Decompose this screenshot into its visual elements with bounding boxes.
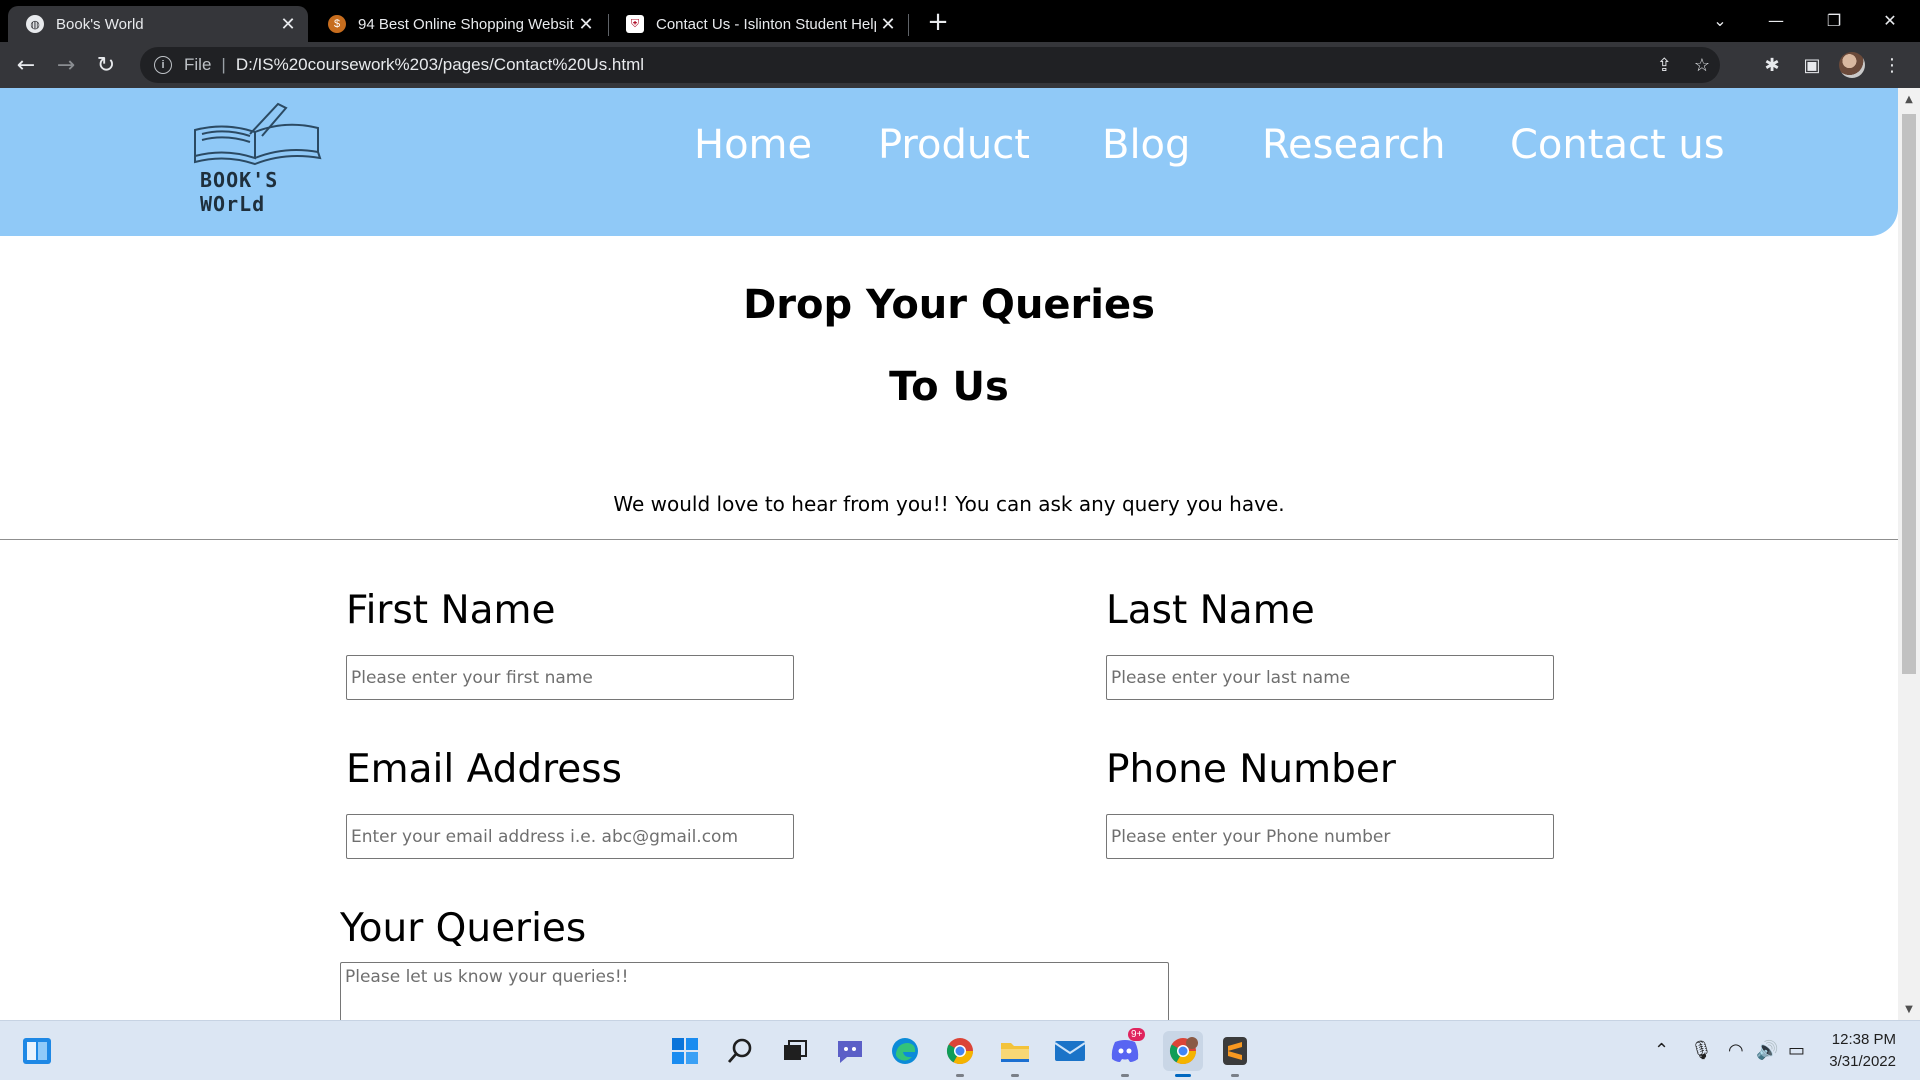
taskbar: 9+ ⌃ 🎙 ◠ 🔊 ▭ 12:38 PM 3/31/2022 [0, 1020, 1920, 1080]
avatar [1839, 52, 1865, 78]
address-bar[interactable]: i File | D:/IS%20coursework%203/pages/Co… [140, 47, 1720, 83]
running-indicator [1231, 1074, 1239, 1077]
notification-badge: 9+ [1128, 1028, 1146, 1041]
site-header: BOOK'S WOrLd Home Product Blog Research … [0, 88, 1898, 236]
email-label: Email Address [346, 747, 622, 792]
task-view-icon[interactable] [778, 1034, 812, 1068]
scrollbar-thumb[interactable] [1902, 114, 1916, 674]
close-icon[interactable]: ✕ [574, 14, 598, 35]
open-book-icon [194, 102, 322, 166]
phone-field[interactable] [1106, 814, 1554, 859]
search-icon[interactable] [723, 1034, 757, 1068]
nav-research[interactable]: Research [1262, 122, 1445, 168]
address-url[interactable]: D:/IS%20coursework%203/pages/Contact%20U… [236, 55, 644, 75]
page-title-line2: To Us [889, 364, 1009, 410]
side-panel-icon[interactable]: ▣ [1796, 49, 1828, 81]
queries-textarea[interactable] [340, 962, 1169, 1020]
mail-icon[interactable] [1053, 1034, 1087, 1068]
browser-toolbar: ← → ↻ i File | D:/IS%20coursework%203/pa… [0, 42, 1920, 88]
info-icon[interactable]: i [154, 56, 172, 74]
page-scrollbar[interactable]: ▲ ▼ [1898, 88, 1920, 1020]
tab-books-world[interactable]: ◍ Book's World ✕ [8, 6, 308, 42]
running-indicator [1121, 1074, 1129, 1077]
last-name-label: Last Name [1106, 588, 1315, 633]
nav-home[interactable]: Home [694, 122, 812, 168]
edge-browser-icon[interactable] [888, 1034, 922, 1068]
tab-islinton-contact[interactable]: ⛨ Contact Us - Islinton Student Help ✕ [608, 6, 908, 42]
chrome-profile-icon[interactable] [1163, 1031, 1203, 1077]
teams-chat-icon[interactable] [833, 1034, 867, 1068]
reload-icon[interactable]: ↻ [90, 49, 122, 81]
minimize-button[interactable]: — [1748, 0, 1804, 40]
tab-online-shopping[interactable]: $ 94 Best Online Shopping Websites ✕ [310, 6, 606, 42]
site-logo[interactable]: BOOK'S WOrLd [190, 100, 330, 216]
browser-tab-bar: ◍ Book's World ✕ $ 94 Best Online Shoppi… [0, 0, 1920, 42]
intro-text: We would love to hear from you!! You can… [613, 492, 1285, 516]
tab-separator [908, 14, 909, 36]
system-clock[interactable]: 12:38 PM 3/31/2022 [1829, 1029, 1896, 1073]
microphone-icon[interactable]: 🎙 [1690, 1040, 1713, 1061]
page-title: Drop Your Queries To Us [0, 264, 1898, 428]
nav-contact-us[interactable]: Contact us [1510, 122, 1725, 168]
forward-arrow-icon[interactable]: → [50, 49, 82, 81]
scroll-up-arrow-icon[interactable]: ▲ [1898, 88, 1920, 110]
close-icon[interactable]: ✕ [876, 14, 900, 35]
bookmark-star-icon[interactable]: ☆ [1694, 55, 1710, 76]
running-indicator [1011, 1074, 1019, 1077]
show-hidden-icons-chevron-icon[interactable]: ⌃ [1654, 1040, 1669, 1061]
volume-icon[interactable]: 🔊 [1756, 1040, 1778, 1061]
new-tab-button[interactable]: + [922, 6, 954, 38]
windows-start-icon[interactable] [668, 1034, 702, 1068]
close-icon[interactable]: ✕ [276, 14, 300, 35]
sublime-text-icon[interactable] [1218, 1034, 1252, 1077]
email-field[interactable] [346, 814, 794, 859]
clock-time: 12:38 PM [1831, 1031, 1896, 1048]
extensions-puzzle-icon[interactable]: ✱ [1756, 49, 1788, 81]
file-explorer-icon[interactable] [998, 1034, 1032, 1077]
address-scheme: File [184, 55, 212, 74]
globe-icon: ◍ [26, 15, 44, 33]
widgets-icon[interactable] [20, 1034, 54, 1068]
page-viewport: BOOK'S WOrLd Home Product Blog Research … [0, 88, 1920, 1020]
address-actions: ⇪ ☆ [1657, 47, 1710, 83]
scroll-down-arrow-icon[interactable]: ▼ [1898, 998, 1920, 1020]
tab-title: Contact Us - Islinton Student Help [656, 15, 876, 33]
menu-kebab-icon[interactable]: ⋮ [1876, 49, 1908, 81]
page-title-line1: Drop Your Queries [743, 282, 1155, 328]
last-name-field[interactable] [1106, 655, 1554, 700]
queries-label: Your Queries [340, 906, 587, 951]
shield-crest-icon: ⛨ [626, 15, 644, 33]
restore-button[interactable]: ❐ [1806, 0, 1862, 40]
section-divider [0, 539, 1898, 540]
nav-blog[interactable]: Blog [1102, 122, 1190, 168]
chrome-icon[interactable] [943, 1034, 977, 1077]
tab-title: 94 Best Online Shopping Websites [358, 15, 574, 33]
logo-text: BOOK'S WOrLd [200, 168, 279, 216]
share-icon[interactable]: ⇪ [1657, 55, 1672, 76]
nav-product[interactable]: Product [878, 122, 1030, 168]
wifi-icon[interactable]: ◠ [1728, 1040, 1744, 1061]
active-indicator [1175, 1074, 1191, 1077]
discord-icon[interactable]: 9+ [1108, 1028, 1146, 1077]
phone-label: Phone Number [1106, 747, 1396, 792]
first-name-label: First Name [346, 588, 556, 633]
profile-avatar[interactable] [1836, 49, 1868, 81]
back-arrow-icon[interactable]: ← [10, 49, 42, 81]
tab-title: Book's World [56, 15, 144, 33]
tab-search-chevron-icon[interactable]: ⌄ [1692, 0, 1748, 40]
battery-icon[interactable]: ▭ [1788, 1040, 1805, 1061]
running-indicator [956, 1074, 964, 1077]
close-window-button[interactable]: ✕ [1862, 0, 1918, 40]
address-divider: | [221, 55, 226, 74]
dollar-icon: $ [328, 15, 346, 33]
clock-date: 3/31/2022 [1829, 1053, 1896, 1070]
first-name-field[interactable] [346, 655, 794, 700]
